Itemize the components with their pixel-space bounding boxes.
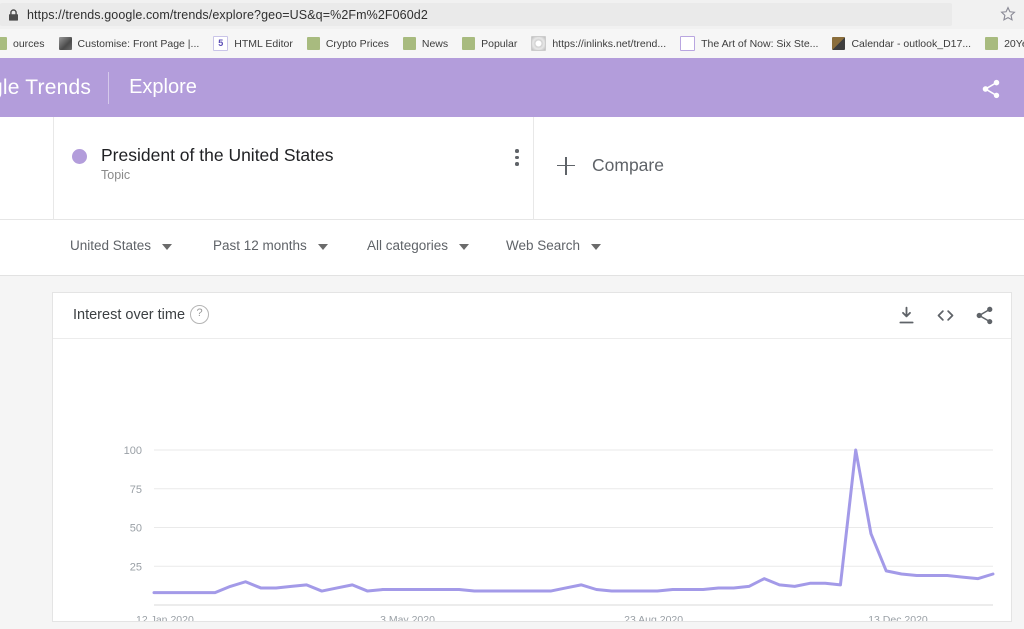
- html5-favicon-icon: 5: [213, 36, 229, 51]
- filter-searchtype-label: Web Search: [506, 238, 581, 253]
- bookmark-item[interactable]: Crypto Prices: [300, 33, 396, 55]
- calendar-favicon-icon: [832, 37, 846, 50]
- compare-slot[interactable]: Compare: [534, 117, 1024, 220]
- card-title: Interest over time: [73, 307, 186, 323]
- card-header: Interest over time ?: [53, 293, 1011, 339]
- brand-prefix: gle: [0, 75, 20, 99]
- chart-y-axis-labels: 25 50 75 100: [124, 445, 142, 573]
- browser-chrome: https://trends.google.com/trends/explore…: [0, 0, 1024, 58]
- bookmark-item[interactable]: 5 HTML Editor: [206, 33, 300, 55]
- chevron-down-icon: [459, 243, 470, 250]
- nav-explore[interactable]: Explore: [129, 76, 197, 99]
- green-favicon-icon: [402, 37, 416, 50]
- bookmark-item[interactable]: ources: [0, 33, 52, 55]
- bookmark-item[interactable]: Calendar - outlook_D17...: [825, 33, 978, 55]
- gear-favicon-icon: [531, 36, 547, 51]
- compare-label: Compare: [592, 155, 664, 175]
- filter-category[interactable]: All categories: [367, 238, 470, 253]
- svg-text:13 Dec 2020: 13 Dec 2020: [868, 614, 928, 621]
- query-row: President of the United States Topic Com…: [0, 117, 1024, 220]
- share-icon[interactable]: [980, 78, 1002, 100]
- app-logo[interactable]: gle Trends: [0, 76, 91, 100]
- interest-over-time-card: Interest over time ? 25 50 75 100 12 Jan 20…: [52, 292, 1012, 622]
- chevron-down-icon: [317, 243, 328, 250]
- bookmark-item[interactable]: https://inlinks.net/trend...: [524, 33, 673, 55]
- lock-icon: [9, 8, 18, 21]
- kebab-menu-icon[interactable]: [509, 149, 525, 167]
- bookmark-label: Calendar - outlook_D17...: [851, 37, 972, 50]
- filters-row: United States Past 12 months All categor…: [0, 220, 1024, 276]
- chart-svg: 25 50 75 100 12 Jan 2020 3 May 2020 23 Aug 20…: [124, 445, 995, 621]
- star-icon[interactable]: [1000, 6, 1016, 22]
- generic-favicon-icon: [0, 37, 7, 50]
- bookmark-label: News: [421, 37, 449, 50]
- art-favicon-icon: [680, 36, 696, 51]
- brand-suffix: Trends: [19, 75, 92, 99]
- svg-text:23 Aug 2020: 23 Aug 2020: [624, 614, 683, 621]
- download-icon[interactable]: [896, 305, 917, 326]
- bookmark-label: The Art of Now: Six Ste...: [701, 37, 819, 50]
- bookmark-item[interactable]: Popular: [455, 33, 524, 55]
- green-favicon-icon: [462, 37, 476, 50]
- filter-category-label: All categories: [367, 238, 449, 253]
- svg-text:12 Jan 2020: 12 Jan 2020: [136, 614, 194, 621]
- filter-location[interactable]: United States: [70, 238, 173, 253]
- photo-favicon-icon: [58, 37, 72, 50]
- bookmark-item[interactable]: The Art of Now: Six Ste...: [673, 33, 825, 55]
- filter-timerange[interactable]: Past 12 months: [213, 238, 328, 253]
- share-icon[interactable]: [974, 305, 995, 326]
- bookmark-item[interactable]: Customise: Front Page |...: [52, 33, 207, 55]
- url-text: https://trends.google.com/trends/explore…: [27, 7, 428, 22]
- bookmark-label: Crypto Prices: [325, 37, 389, 50]
- filter-location-label: United States: [70, 238, 152, 253]
- plus-icon: [556, 156, 576, 176]
- green-favicon-icon: [985, 37, 999, 50]
- bookmark-label: HTML Editor: [234, 37, 293, 50]
- bookmark-label: Popular: [481, 37, 518, 50]
- bookmark-label: https://inlinks.net/trend...: [552, 37, 667, 50]
- embed-code-icon[interactable]: [935, 305, 956, 326]
- address-bar[interactable]: https://trends.google.com/trends/explore…: [0, 3, 952, 26]
- bookmark-label: ources: [13, 37, 45, 50]
- header-divider: [108, 71, 110, 104]
- card-actions: [896, 305, 995, 326]
- app-header: gle Trends Explore: [0, 58, 1024, 117]
- svg-text:100: 100: [124, 445, 142, 457]
- address-bar-row: https://trends.google.com/trends/explore…: [0, 0, 1024, 29]
- add-compare-button[interactable]: Compare: [556, 155, 664, 176]
- chevron-down-icon: [591, 243, 602, 250]
- search-term-type: Topic: [101, 168, 131, 182]
- filter-searchtype[interactable]: Web Search: [506, 238, 602, 253]
- trend-line-series: [152, 448, 995, 595]
- bookmark-item[interactable]: 20YearsOn-what-still-co...: [978, 33, 1024, 55]
- help-icon[interactable]: ?: [190, 305, 209, 324]
- svg-text:25: 25: [130, 561, 142, 573]
- interest-over-time-chart[interactable]: 25 50 75 100 12 Jan 2020 3 May 2020 23 Aug 20…: [53, 339, 1011, 621]
- bookmark-item[interactable]: News: [396, 33, 455, 55]
- search-term-title: President of the United States: [101, 145, 334, 165]
- svg-text:3 May 2020: 3 May 2020: [380, 614, 435, 621]
- content-area: Interest over time ? 25 50 75 100 12 Jan 20…: [0, 276, 1024, 629]
- chart-gridlines: [154, 449, 993, 606]
- series-color-dot: [72, 149, 87, 164]
- svg-text:75: 75: [130, 484, 142, 496]
- chart-x-axis-labels: 12 Jan 2020 3 May 2020 23 Aug 2020 13 Dec 2…: [136, 614, 928, 621]
- bookmarks-bar: ources Customise: Front Page |... 5 HTML…: [0, 29, 1024, 58]
- green-favicon-icon: [306, 37, 320, 50]
- bookmark-label: Customise: Front Page |...: [77, 37, 200, 50]
- filter-timerange-label: Past 12 months: [213, 238, 307, 253]
- chevron-down-icon: [162, 243, 173, 250]
- search-term-card[interactable]: President of the United States Topic: [54, 117, 533, 220]
- bookmark-label: 20YearsOn-what-still-co...: [1004, 37, 1024, 50]
- svg-text:50: 50: [130, 523, 142, 535]
